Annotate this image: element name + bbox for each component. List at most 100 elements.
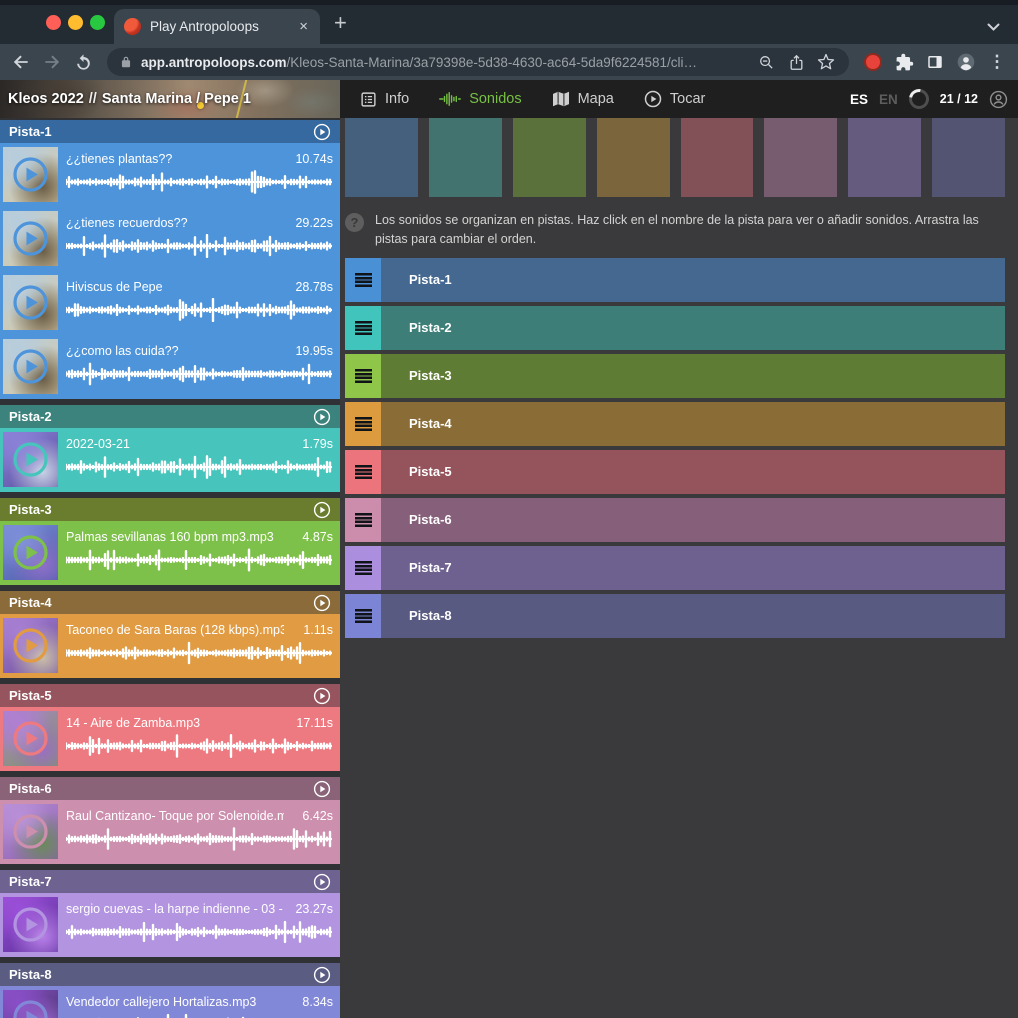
- track-row-body[interactable]: Pista-3: [381, 354, 1005, 398]
- clip-play-icon[interactable]: [12, 720, 49, 757]
- tab-close-icon[interactable]: ×: [297, 18, 310, 35]
- clip-play-icon[interactable]: [12, 627, 49, 664]
- bookmark-star-icon[interactable]: [815, 51, 837, 73]
- audio-clip[interactable]: ¿¿tienes plantas?? 10.74s: [0, 143, 340, 207]
- track-row[interactable]: Pista-7: [345, 546, 1005, 590]
- clip-thumbnail[interactable]: [3, 525, 58, 580]
- zoom-out-page-icon[interactable]: [755, 51, 777, 73]
- lang-es-button[interactable]: ES: [850, 92, 868, 107]
- clip-thumbnail[interactable]: [3, 618, 58, 673]
- clip-thumbnail[interactable]: [3, 147, 58, 202]
- drag-handle[interactable]: [345, 546, 381, 590]
- track-row-body[interactable]: Pista-4: [381, 402, 1005, 446]
- audio-clip[interactable]: 2022-03-21 1.79s: [0, 428, 340, 492]
- audio-clip[interactable]: Raul Cantizano- Toque por Solenoide.mp3 …: [0, 800, 340, 864]
- clip-play-icon[interactable]: [12, 906, 49, 943]
- clip-play-icon[interactable]: [12, 813, 49, 850]
- clip-thumbnail[interactable]: [3, 990, 58, 1018]
- extensions-puzzle-icon[interactable]: [893, 51, 915, 73]
- audio-clip[interactable]: ¿¿tienes recuerdos?? 29.22s: [0, 207, 340, 271]
- clip-play-icon[interactable]: [12, 284, 49, 321]
- track-color-swatch[interactable]: [429, 118, 502, 197]
- drag-handle[interactable]: [345, 258, 381, 302]
- track-row[interactable]: Pista-5: [345, 450, 1005, 494]
- clip-play-icon[interactable]: [12, 220, 49, 257]
- sidebar-track-header[interactable]: Pista-7: [0, 870, 340, 893]
- browser-tab[interactable]: Play Antropoloops ×: [114, 9, 320, 44]
- clip-thumbnail[interactable]: [3, 897, 58, 952]
- track-color-swatch[interactable]: [848, 118, 921, 197]
- nav-item-sonidos[interactable]: Sonidos: [439, 91, 521, 107]
- account-icon[interactable]: [989, 90, 1008, 109]
- track-row[interactable]: Pista-4: [345, 402, 1005, 446]
- sidebar-track-header[interactable]: Pista-6: [0, 777, 340, 800]
- drag-handle[interactable]: [345, 594, 381, 638]
- track-row-body[interactable]: Pista-5: [381, 450, 1005, 494]
- clip-thumbnail[interactable]: [3, 804, 58, 859]
- track-row[interactable]: Pista-6: [345, 498, 1005, 542]
- audio-clip[interactable]: Palmas sevillanas 160 bpm mp3.mp3 4.87s: [0, 521, 340, 585]
- clip-thumbnail[interactable]: [3, 432, 58, 487]
- track-color-swatch[interactable]: [681, 118, 754, 197]
- record-extension-icon[interactable]: [862, 51, 884, 73]
- lock-icon[interactable]: [119, 55, 133, 69]
- sidebar-track-header[interactable]: Pista-5: [0, 684, 340, 707]
- track-row[interactable]: Pista-1: [345, 258, 1005, 302]
- back-button[interactable]: [10, 51, 32, 73]
- drag-handle[interactable]: [345, 402, 381, 446]
- audio-clip[interactable]: sergio cuevas - la harpe indienne - 03 -…: [0, 893, 340, 957]
- sidebar-track-header[interactable]: Pista-4: [0, 591, 340, 614]
- nav-item-tocar[interactable]: Tocar: [644, 90, 705, 108]
- share-icon[interactable]: [785, 51, 807, 73]
- track-row-body[interactable]: Pista-2: [381, 306, 1005, 350]
- track-play-icon[interactable]: [313, 873, 331, 891]
- drag-handle[interactable]: [345, 354, 381, 398]
- track-color-swatch[interactable]: [513, 118, 586, 197]
- clip-play-icon[interactable]: [12, 441, 49, 478]
- sidebar-track-header[interactable]: Pista-8: [0, 963, 340, 986]
- minimize-window-button[interactable]: [68, 15, 83, 30]
- clip-thumbnail[interactable]: [3, 711, 58, 766]
- audio-clip[interactable]: Hiviscus de Pepe 28.78s: [0, 271, 340, 335]
- track-row-body[interactable]: Pista-6: [381, 498, 1005, 542]
- track-color-swatch[interactable]: [932, 118, 1005, 197]
- lang-en-button[interactable]: EN: [879, 92, 898, 107]
- track-play-icon[interactable]: [313, 966, 331, 984]
- drag-handle[interactable]: [345, 306, 381, 350]
- clip-play-icon[interactable]: [12, 999, 49, 1018]
- url-bar[interactable]: app.antropoloops.com/Kleos-Santa-Marina/…: [107, 48, 849, 76]
- track-play-icon[interactable]: [313, 408, 331, 426]
- audio-clip[interactable]: Taconeo de Sara Baras (128 kbps).mp3 1.1…: [0, 614, 340, 678]
- track-row-body[interactable]: Pista-1: [381, 258, 1005, 302]
- sidebar-track-header[interactable]: Pista-2: [0, 405, 340, 428]
- track-row[interactable]: Pista-2: [345, 306, 1005, 350]
- side-panel-icon[interactable]: [924, 51, 946, 73]
- audio-clip[interactable]: Vendedor callejero Hortalizas.mp3 8.34s: [0, 986, 340, 1018]
- track-play-icon[interactable]: [313, 501, 331, 519]
- profile-avatar[interactable]: [955, 51, 977, 73]
- track-row-body[interactable]: Pista-8: [381, 594, 1005, 638]
- zoom-window-button[interactable]: [90, 15, 105, 30]
- drag-handle[interactable]: [345, 450, 381, 494]
- track-color-swatch[interactable]: [345, 118, 418, 197]
- nav-item-mapa[interactable]: Mapa: [552, 91, 614, 107]
- audio-clip[interactable]: 14 - Aire de Zamba.mp3 17.11s: [0, 707, 340, 771]
- browser-menu-kebab-icon[interactable]: ⋮: [986, 51, 1008, 73]
- track-row-body[interactable]: Pista-7: [381, 546, 1005, 590]
- track-color-swatch[interactable]: [597, 118, 670, 197]
- clip-thumbnail[interactable]: [3, 275, 58, 330]
- close-window-button[interactable]: [46, 15, 61, 30]
- clip-play-icon[interactable]: [12, 156, 49, 193]
- track-color-swatch[interactable]: [764, 118, 837, 197]
- nav-item-info[interactable]: Info: [360, 91, 409, 108]
- forward-button[interactable]: [41, 51, 63, 73]
- tab-search-chevron-icon[interactable]: [987, 18, 1000, 36]
- clip-thumbnail[interactable]: [3, 339, 58, 394]
- track-row[interactable]: Pista-8: [345, 594, 1005, 638]
- clip-thumbnail[interactable]: [3, 211, 58, 266]
- drag-handle[interactable]: [345, 498, 381, 542]
- audio-clip[interactable]: ¿¿como las cuida?? 19.95s: [0, 335, 340, 399]
- new-tab-button[interactable]: +: [334, 12, 347, 34]
- track-row[interactable]: Pista-3: [345, 354, 1005, 398]
- sidebar-track-header[interactable]: Pista-3: [0, 498, 340, 521]
